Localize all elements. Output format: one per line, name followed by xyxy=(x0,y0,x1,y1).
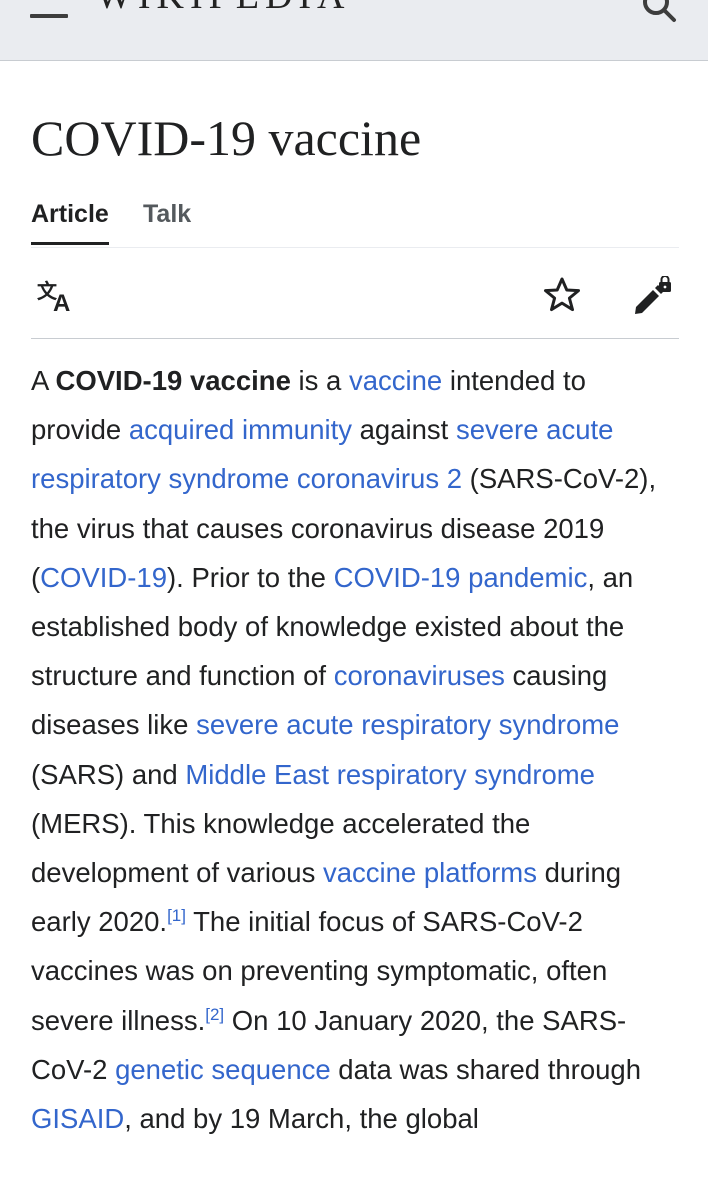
citation-ref[interactable]: [2] xyxy=(205,1004,224,1023)
edit-locked-icon[interactable] xyxy=(631,276,673,316)
top-bar: WIKIPEDIA xyxy=(0,0,708,61)
text-run: ). Prior to the xyxy=(167,561,334,593)
page-tabs: Article Talk xyxy=(31,195,679,248)
text-run: is a xyxy=(290,365,349,396)
text-run: data was shared through xyxy=(330,1053,642,1085)
article-body: A COVID-19 vaccine is a vaccine intended… xyxy=(31,356,679,1143)
article-link[interactable]: genetic sequence xyxy=(115,1054,331,1085)
article-link[interactable]: COVID-19 pandemic xyxy=(334,562,588,593)
page-actions-toolbar: 文 A xyxy=(31,248,679,339)
bold-term: COVID-19 vaccine xyxy=(55,365,291,396)
citation-link[interactable]: [2] xyxy=(205,1004,224,1023)
article-link[interactable]: vaccine platforms xyxy=(323,857,537,888)
citation-ref[interactable]: [1] xyxy=(167,906,186,925)
page-title: COVID-19 vaccine xyxy=(31,110,422,166)
search-icon[interactable] xyxy=(640,0,680,26)
text-run: against xyxy=(352,414,456,446)
article-link[interactable]: COVID-19 xyxy=(40,562,167,593)
text-run: A xyxy=(31,365,56,396)
text-run: (SARS) and xyxy=(31,758,186,790)
star-icon[interactable] xyxy=(543,276,581,314)
article-link[interactable]: acquired immunity xyxy=(129,414,352,445)
article-link[interactable]: GISAID xyxy=(31,1103,124,1134)
tab-talk[interactable]: Talk xyxy=(143,195,191,245)
lead-paragraph: A COVID-19 vaccine is a vaccine intended… xyxy=(31,356,679,1143)
article-link[interactable]: Middle East respiratory syndrome xyxy=(185,759,595,790)
tab-article[interactable]: Article xyxy=(31,195,109,245)
hamburger-menu-icon[interactable] xyxy=(30,6,70,26)
article-link[interactable]: coronaviruses xyxy=(334,660,505,691)
text-run: , and by 19 March, the global xyxy=(124,1103,479,1135)
wikipedia-wordmark[interactable]: WIKIPEDIA xyxy=(96,0,356,20)
citation-link[interactable]: [1] xyxy=(167,906,186,925)
svg-text:A: A xyxy=(53,290,70,314)
language-icon[interactable]: 文 A xyxy=(37,278,77,314)
article-link[interactable]: severe acute respiratory syndrome xyxy=(196,709,619,740)
article-link[interactable]: vaccine xyxy=(349,365,442,396)
